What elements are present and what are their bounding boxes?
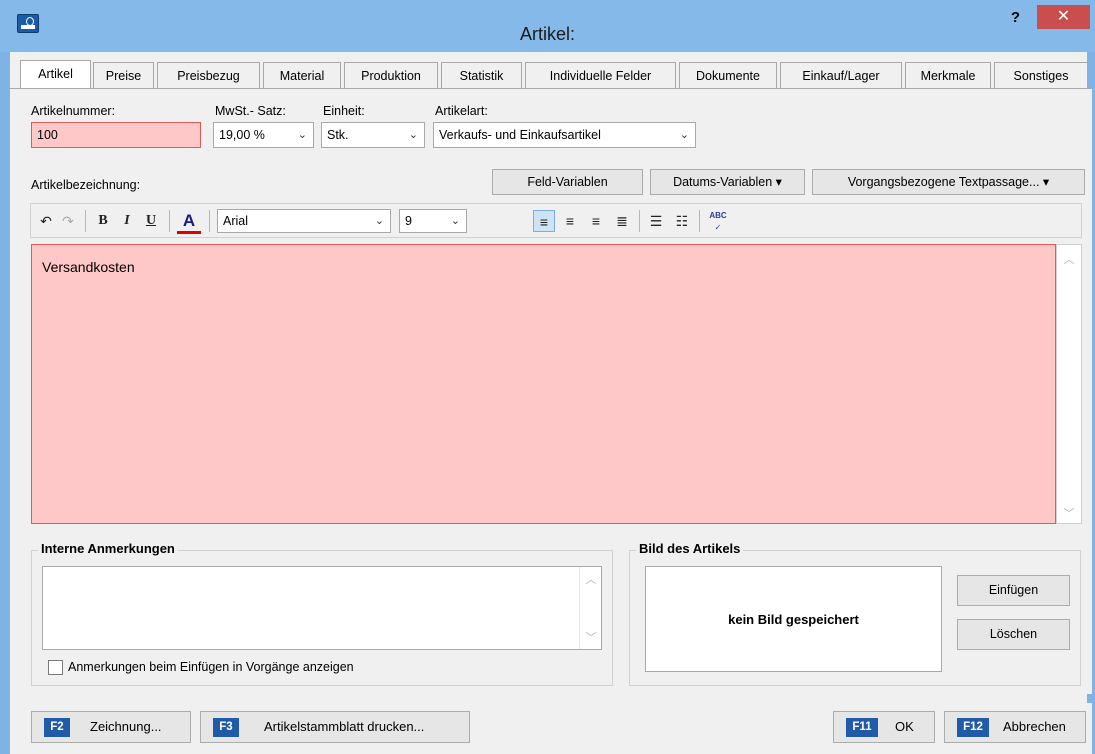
tab-einkauf-lager[interactable]: Einkauf/Lager [780, 62, 902, 90]
font-size-value: 9 [405, 214, 412, 228]
tab-individuelle-felder[interactable]: Individuelle Felder [525, 62, 676, 90]
artikelart-label: Artikelart: [435, 104, 488, 118]
font-color-icon[interactable]: A [177, 210, 201, 234]
chevron-down-icon: ⌄ [374, 215, 384, 227]
cancel-button[interactable]: F12 Abbrechen [944, 711, 1086, 743]
scroll-down-icon[interactable]: ﹀ [580, 629, 602, 645]
toolbar-divider [639, 210, 640, 232]
image-group-title: Bild des Artikels [636, 541, 744, 556]
editor-text: Versandkosten [42, 259, 135, 275]
scroll-up-icon[interactable]: ︿ [580, 571, 602, 587]
close-button[interactable]: ✕ [1037, 5, 1090, 29]
ok-button[interactable]: F11 OK [833, 711, 935, 743]
chevron-down-icon: ⌄ [297, 129, 307, 141]
undo-icon[interactable]: ↶ [37, 210, 55, 232]
format-toolbar: ↶ ↷ B I U A Arial ⌄ 9 ⌄ ≡ ≡ ≡ ≣ ☰ ☷ ABC ✓ [30, 203, 1082, 238]
show-notes-label: Anmerkungen beim Einfügen in Vorgänge an… [68, 660, 354, 674]
spellcheck-label: ABC [709, 211, 727, 220]
tab-preisbezug[interactable]: Preisbezug [157, 62, 260, 90]
help-button[interactable]: ? [1003, 7, 1028, 29]
f3-key-badge: F3 [213, 718, 239, 737]
tab-merkmale[interactable]: Merkmale [905, 62, 991, 90]
title-bar[interactable]: Artikel: ? ✕ [0, 0, 1095, 52]
align-right-icon[interactable]: ≡ [585, 210, 607, 232]
f2-key-badge: F2 [44, 718, 70, 737]
scroll-up-icon[interactable]: ︿ [1057, 251, 1081, 267]
mwst-select[interactable]: 19,00 % ⌄ [213, 122, 314, 148]
spellcheck-icon[interactable]: ABC ✓ [705, 210, 731, 232]
underline-icon[interactable]: U [141, 210, 161, 232]
tab-sonstiges[interactable]: Sonstiges [994, 62, 1088, 90]
datums-variablen-button[interactable]: Datums-Variablen ▾ [650, 169, 805, 195]
image-preview: kein Bild gespeichert [645, 566, 942, 672]
scroll-down-icon[interactable]: ﹀ [1057, 505, 1081, 521]
tab-material[interactable]: Material [263, 62, 341, 90]
notes-scrollbar[interactable]: ︿ ﹀ [579, 567, 601, 649]
artikelart-value: Verkaufs- und Einkaufsartikel [439, 128, 601, 142]
show-notes-checkbox[interactable] [48, 660, 63, 675]
align-left-icon[interactable]: ≡ [533, 210, 555, 232]
notes-textarea[interactable]: ︿ ﹀ [42, 566, 602, 650]
toolbar-divider [169, 210, 170, 232]
delete-image-button[interactable]: Löschen [957, 619, 1070, 650]
cancel-label: Abbrechen [1003, 719, 1066, 734]
notes-group-title: Interne Anmerkungen [38, 541, 178, 556]
einheit-label: Einheit: [323, 104, 365, 118]
toolbar-divider [699, 210, 700, 232]
chevron-down-icon: ⌄ [450, 215, 460, 227]
feld-variablen-button[interactable]: Feld-Variablen [492, 169, 643, 195]
tab-artikel[interactable]: Artikel [20, 60, 91, 91]
f12-key-badge: F12 [957, 718, 989, 737]
numbered-list-icon[interactable]: ☷ [671, 210, 693, 232]
mwst-label: MwSt.- Satz: [215, 104, 286, 118]
einheit-select[interactable]: Stk. ⌄ [321, 122, 425, 148]
window-title: Artikel: [519, 24, 575, 44]
artikelart-select[interactable]: Verkaufs- und Einkaufsartikel ⌄ [433, 122, 696, 148]
einheit-value: Stk. [327, 128, 349, 142]
chevron-down-icon: ⌄ [408, 129, 418, 141]
font-family-value: Arial [223, 214, 249, 228]
f11-key-badge: F11 [846, 718, 878, 737]
redo-icon[interactable]: ↷ [59, 210, 77, 232]
editor-scrollbar[interactable]: ︿ ﹀ [1056, 244, 1082, 524]
bold-icon[interactable]: B [93, 210, 113, 232]
font-size-select[interactable]: 9 ⌄ [399, 209, 467, 233]
tab-produktion[interactable]: Produktion [344, 62, 438, 90]
tab-dokumente[interactable]: Dokumente [679, 62, 777, 90]
artikelnummer-input[interactable]: 100 [31, 122, 201, 148]
align-justify-icon[interactable]: ≣ [611, 210, 633, 232]
artikelbezeichnung-label: Artikelbezeichnung: [31, 178, 141, 192]
artikelbezeichnung-editor[interactable]: Versandkosten [31, 244, 1056, 524]
align-center-icon[interactable]: ≡ [559, 210, 581, 232]
zeichnung-label: Zeichnung... [90, 719, 162, 734]
font-family-select[interactable]: Arial ⌄ [217, 209, 391, 233]
stammblatt-button[interactable]: F3 Artikelstammblatt drucken... [200, 711, 470, 743]
tab-statistik[interactable]: Statistik [441, 62, 522, 90]
zeichnung-button[interactable]: F2 Zeichnung... [31, 711, 191, 743]
chevron-down-icon: ⌄ [679, 129, 689, 141]
ok-label: OK [895, 719, 914, 734]
toolbar-divider [209, 210, 210, 232]
italic-icon[interactable]: I [117, 210, 137, 232]
tab-preise[interactable]: Preise [93, 62, 154, 90]
no-image-text: kein Bild gespeichert [728, 612, 859, 627]
artikelnummer-label: Artikelnummer: [31, 104, 116, 118]
insert-image-button[interactable]: Einfügen [957, 575, 1070, 606]
bullet-list-icon[interactable]: ☰ [645, 210, 667, 232]
textpassage-button[interactable]: Vorgangsbezogene Textpassage... ▾ [812, 169, 1085, 195]
mwst-value: 19,00 % [219, 128, 265, 142]
toolbar-divider [85, 210, 86, 232]
stammblatt-label: Artikelstammblatt drucken... [264, 719, 425, 734]
